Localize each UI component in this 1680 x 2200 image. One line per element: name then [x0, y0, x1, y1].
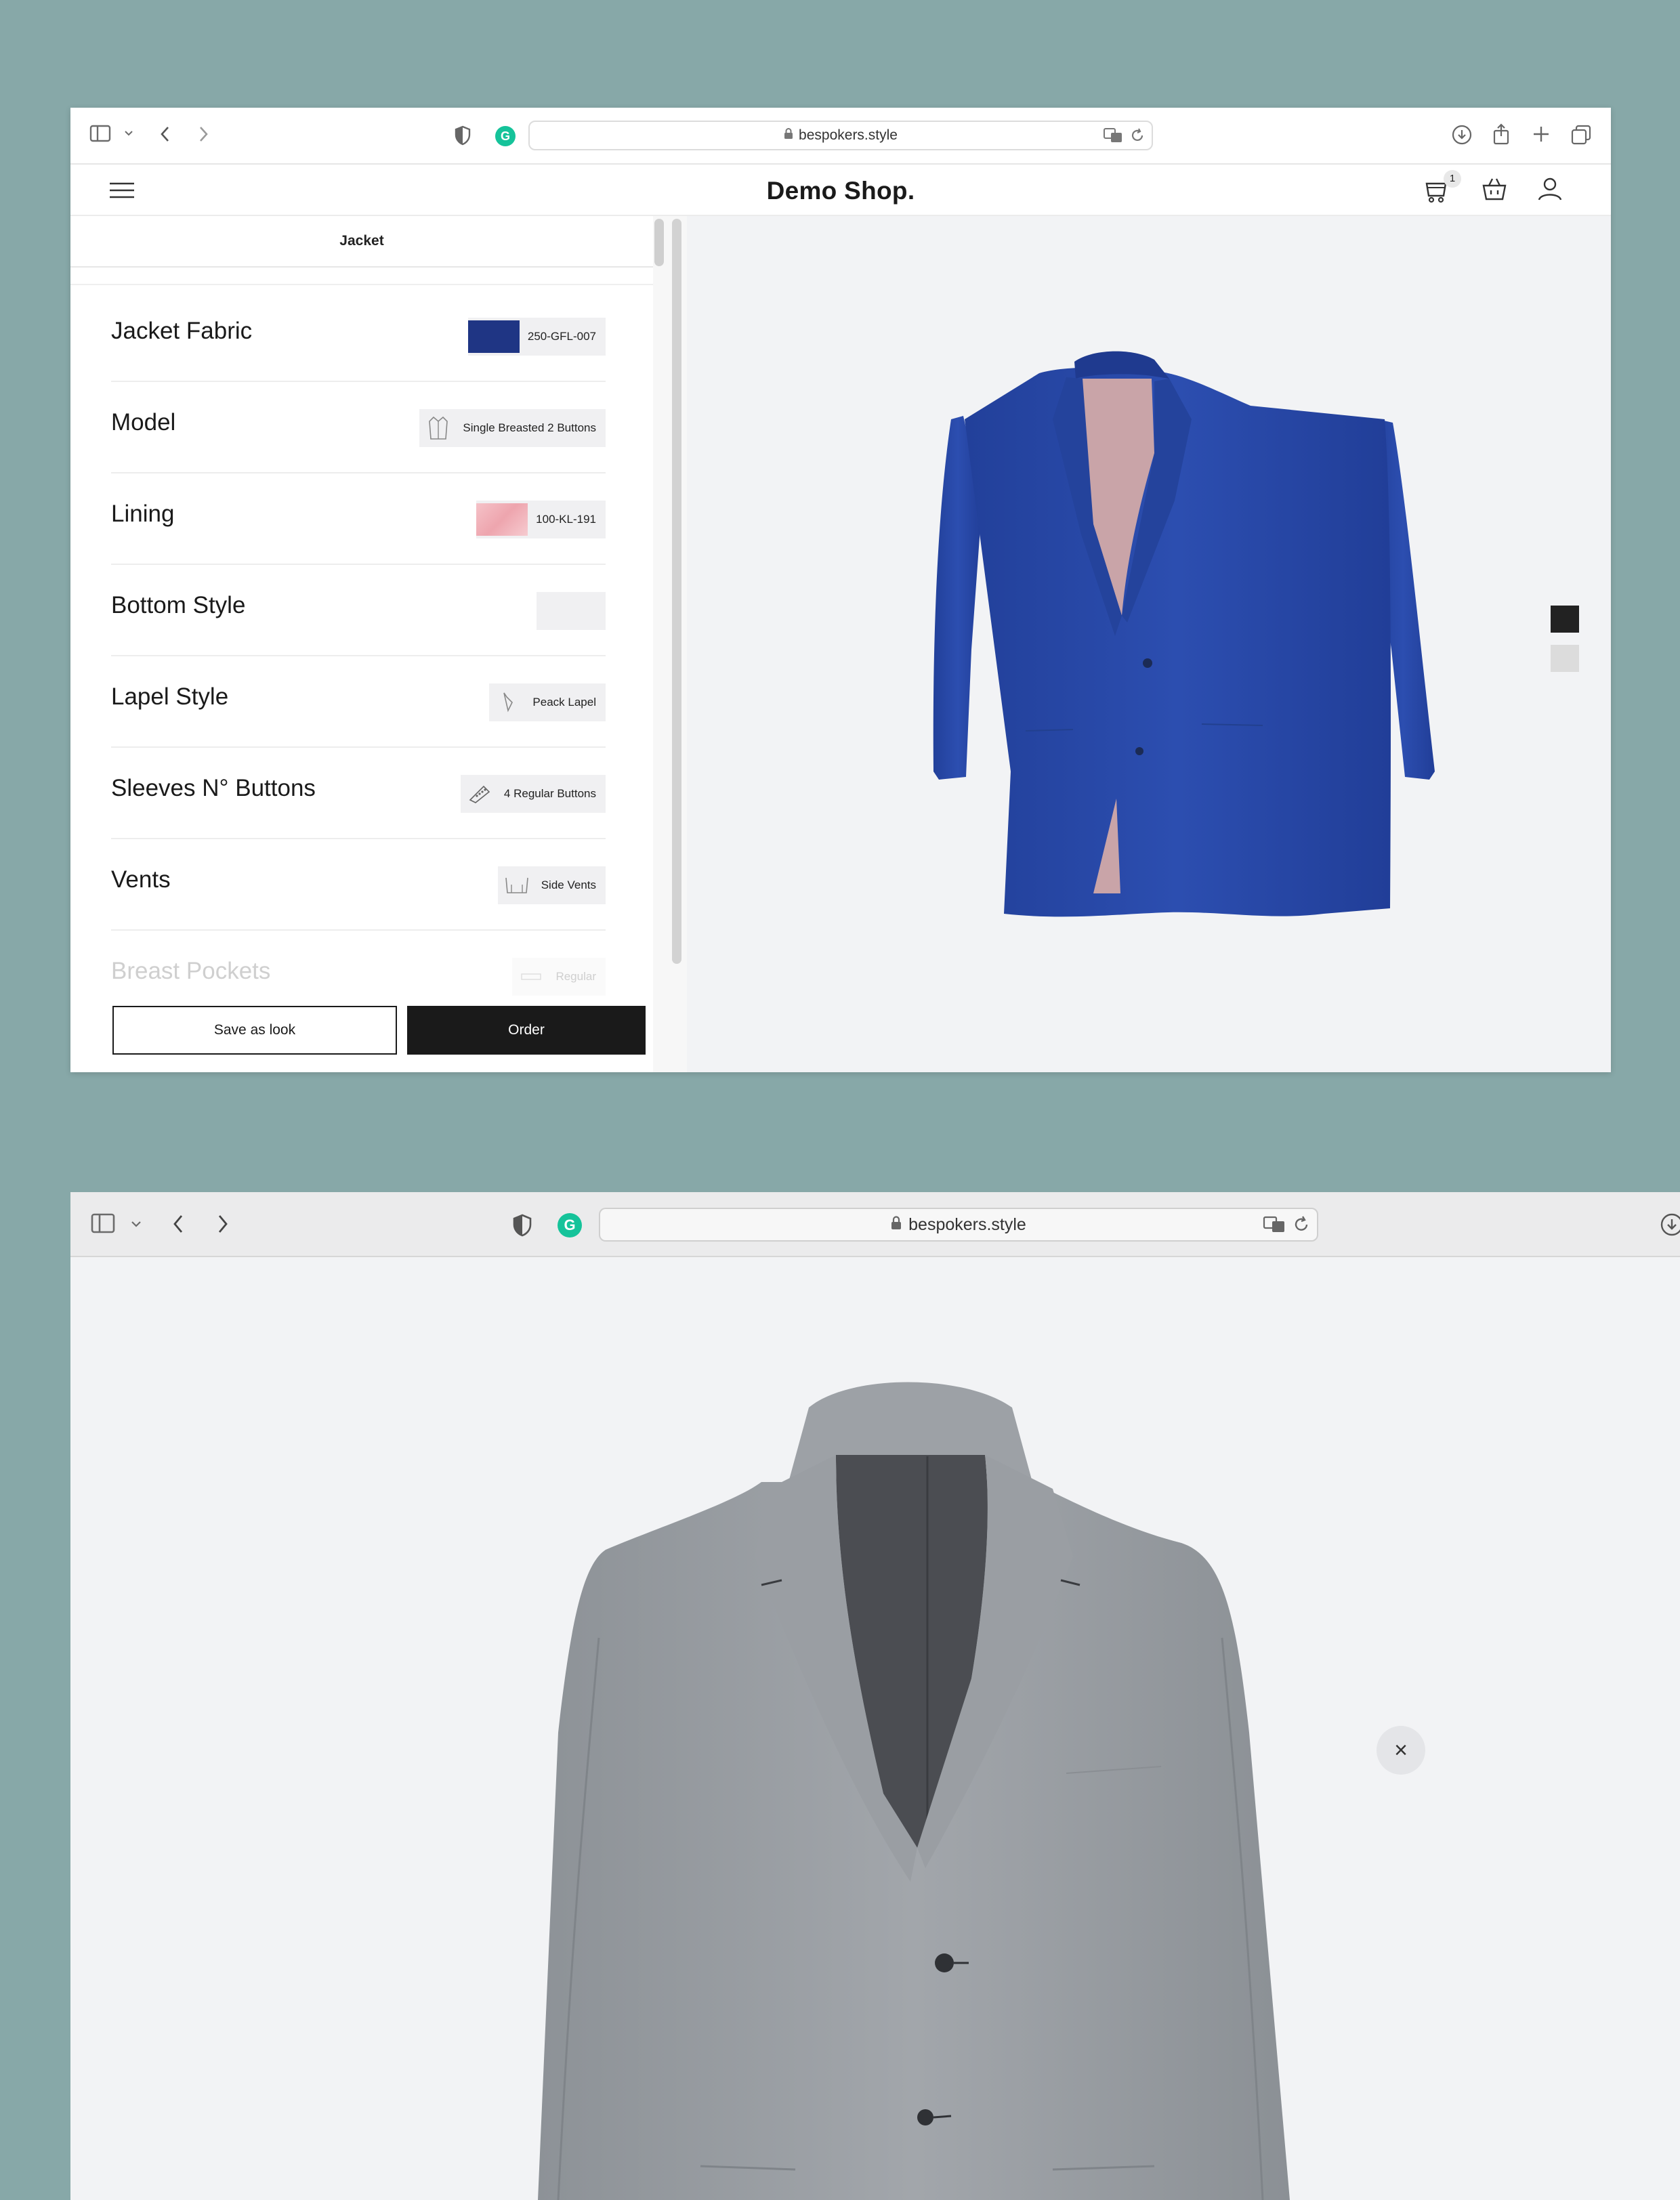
jacket-model-icon	[419, 409, 457, 447]
pocket-selector[interactable]: Regular	[512, 958, 606, 996]
blue-jacket-image	[933, 351, 1435, 917]
option-label: Bottom Style	[111, 592, 246, 618]
new-tab-icon[interactable]	[1531, 124, 1551, 144]
color-option-dark[interactable]	[1551, 606, 1579, 633]
reload-icon[interactable]	[1293, 1216, 1310, 1238]
tab-jacket[interactable]: Jacket	[70, 216, 653, 268]
lining-swatch	[476, 503, 528, 536]
reload-icon[interactable]	[1130, 128, 1145, 147]
sleeve-buttons-selector[interactable]: 4 Regular Buttons	[460, 775, 606, 813]
option-label: Jacket Fabric	[111, 318, 253, 344]
shield-icon[interactable]	[454, 125, 471, 146]
option-row-jacket-fabric[interactable]: Jacket Fabric 250-GFL-007	[111, 291, 606, 382]
vents-selector[interactable]: Side Vents	[497, 866, 606, 904]
scroll-gutter	[653, 216, 687, 1072]
translate-icon[interactable]	[1103, 127, 1123, 148]
chevron-down-icon[interactable]	[130, 1218, 142, 1230]
share-icon[interactable]	[1492, 123, 1511, 146]
forward-icon[interactable]	[215, 1212, 230, 1235]
lock-icon	[891, 1215, 902, 1235]
shield-icon[interactable]	[512, 1214, 532, 1237]
fabric-selector[interactable]: 250-GFL-007	[467, 318, 606, 356]
option-row-lapel-style[interactable]: Lapel Style Peack Lapel	[111, 656, 606, 748]
jacket-zoom-viewer[interactable]	[70, 1258, 1680, 2200]
fabric-code: 250-GFL-007	[527, 330, 596, 343]
order-button[interactable]: Order	[407, 1006, 646, 1055]
fabric-swatch	[467, 320, 520, 353]
option-label: Model	[111, 409, 176, 436]
lapel-icon	[489, 683, 527, 721]
grammarly-icon[interactable]: G	[495, 125, 516, 147]
browser-toolbar: G bespokers.style	[70, 1192, 1680, 1257]
shop-logo[interactable]: Demo Shop.	[70, 177, 1611, 205]
cart-count-badge: 1	[1444, 170, 1461, 188]
option-row-vents[interactable]: Vents Side Vents	[111, 839, 606, 931]
chevron-down-icon[interactable]	[123, 128, 134, 139]
option-label: Lapel Style	[111, 683, 229, 710]
sidebar-toggle-icon[interactable]	[91, 1212, 117, 1234]
back-icon[interactable]	[159, 124, 172, 144]
shop-header: Demo Shop. 1	[70, 165, 1611, 216]
model-value: Single Breasted 2 Buttons	[463, 421, 596, 434]
save-as-look-button[interactable]: Save as look	[112, 1006, 397, 1055]
forward-icon[interactable]	[196, 124, 210, 144]
basket-icon[interactable]	[1481, 175, 1508, 203]
tabs-overview-icon[interactable]	[1570, 124, 1592, 146]
address-bar[interactable]: bespokers.style	[599, 1208, 1318, 1242]
pocket-icon	[512, 958, 550, 996]
vents-value: Side Vents	[541, 879, 596, 891]
lock-icon	[784, 127, 793, 144]
vents-icon	[498, 866, 536, 904]
url-text: bespokers.style	[908, 1214, 1026, 1234]
close-button[interactable]: ×	[1377, 1726, 1425, 1775]
sleeve-buttons-icon	[461, 775, 499, 813]
option-row-model[interactable]: Model Single Breasted 2 Buttons	[111, 382, 606, 473]
sidebar-toggle-icon[interactable]	[89, 124, 112, 143]
svg-text:G: G	[501, 129, 510, 143]
lining-code: 100-KL-191	[536, 513, 596, 526]
configurator-panel: Jacket Jacket Fabric 250-GFL-007 Model S…	[70, 216, 687, 1072]
sleeve-buttons-value: 4 Regular Buttons	[503, 787, 596, 800]
option-label: Lining	[111, 501, 175, 527]
translate-icon[interactable]	[1263, 1216, 1286, 1238]
lining-selector[interactable]: 100-KL-191	[476, 501, 606, 538]
option-label: Sleeves N° Buttons	[111, 775, 316, 801]
model-selector[interactable]: Single Breasted 2 Buttons	[419, 409, 606, 447]
back-icon[interactable]	[171, 1212, 186, 1235]
url-text: bespokers.style	[799, 127, 898, 143]
bottom-style-selector[interactable]	[537, 592, 606, 630]
lapel-selector[interactable]: Peack Lapel	[489, 683, 606, 721]
download-icon[interactable]	[1451, 124, 1473, 146]
address-bar[interactable]: bespokers.style	[528, 121, 1153, 150]
panel-divider	[70, 284, 653, 285]
jacket-viewer[interactable]	[687, 216, 1611, 1072]
color-option-light[interactable]	[1551, 645, 1579, 672]
lapel-value: Peack Lapel	[532, 696, 596, 708]
panel-scrollbar[interactable]	[672, 219, 681, 964]
option-row-lining[interactable]: Lining 100-KL-191	[111, 473, 606, 565]
close-icon: ×	[1394, 1737, 1408, 1763]
option-label: Breast Pockets	[111, 958, 271, 984]
download-icon[interactable]	[1660, 1212, 1680, 1237]
browser-toolbar: G bespokers.style	[70, 108, 1611, 165]
option-row-sleeves-buttons[interactable]: Sleeves N° Buttons 4 Regular Buttons	[111, 748, 606, 839]
pocket-value: Regular	[555, 970, 596, 983]
grammarly-icon[interactable]: G	[557, 1212, 583, 1238]
svg-text:G: G	[564, 1217, 575, 1233]
browser-window-bottom: G bespokers.style ×	[70, 1192, 1680, 2200]
option-label: Vents	[111, 866, 171, 893]
browser-window-top: G bespokers.style Demo Shop. 1 Jacket Ja…	[70, 108, 1611, 1072]
grey-jacket-image	[538, 1382, 1290, 2200]
option-row-bottom-style[interactable]: Bottom Style	[111, 565, 606, 656]
option-list: Jacket Fabric 250-GFL-007 Model Single B…	[111, 291, 606, 1022]
user-account-icon[interactable]	[1536, 175, 1563, 203]
tab-scrollbar[interactable]	[654, 219, 664, 266]
